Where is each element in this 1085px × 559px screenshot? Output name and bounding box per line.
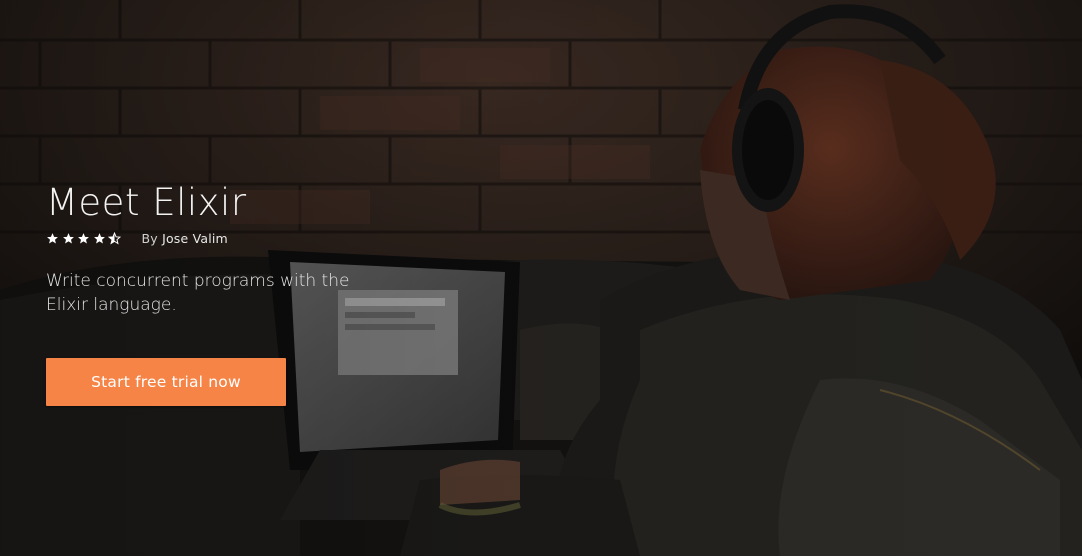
star-half-icon xyxy=(108,231,121,245)
hero-banner: Meet Elixir By Jose Valim Write concurre… xyxy=(0,0,1082,556)
author-name[interactable]: Jose Valim xyxy=(162,231,228,246)
course-meta: By Jose Valim xyxy=(46,228,466,248)
star-icon xyxy=(93,232,106,245)
course-title: Meet Elixir xyxy=(46,181,247,224)
hero-content: Meet Elixir By Jose Valim Write concurre… xyxy=(46,180,466,406)
byline-prefix: By xyxy=(141,230,158,246)
star-icon xyxy=(77,232,90,245)
course-byline: By Jose Valim xyxy=(142,231,228,246)
star-icon xyxy=(62,232,75,245)
star-icon xyxy=(46,232,59,245)
start-free-trial-button[interactable]: Start free trial now xyxy=(46,358,286,406)
course-description: Write concurrent programs with the Elixi… xyxy=(46,271,350,315)
rating-stars xyxy=(46,231,124,245)
